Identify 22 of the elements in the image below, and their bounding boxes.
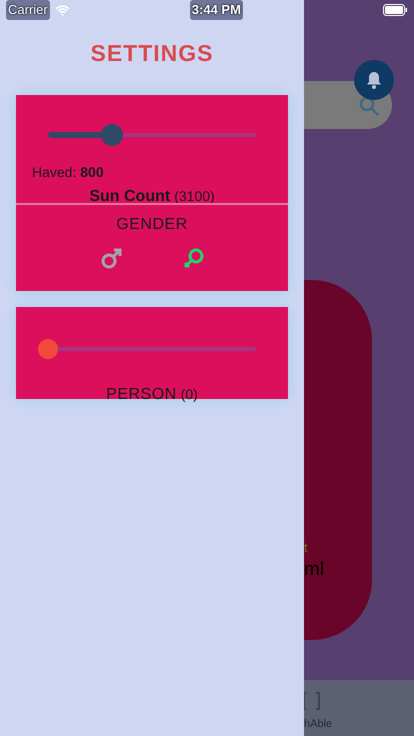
sun-count-label: Sun Count [89, 186, 170, 206]
sun-count-value: (3100) [174, 186, 215, 206]
label-text: t [304, 539, 308, 557]
battery-icon [383, 4, 408, 16]
female-symbol-button[interactable] [181, 246, 205, 270]
person-label: PERSON [106, 384, 177, 404]
brackets-icon [304, 692, 322, 710]
volume-text: ml [304, 558, 324, 582]
slider-thumb[interactable] [38, 338, 58, 358]
slider-thumb[interactable] [101, 124, 124, 146]
carrier-text: Carrier [6, 0, 50, 20]
clock-text: 3:44 PM [190, 0, 243, 20]
male-symbol-icon [100, 247, 122, 270]
haved-text: Haved: 800 [32, 164, 104, 180]
male-symbol-button[interactable] [99, 246, 123, 270]
person-count: (0) [180, 384, 198, 404]
female-symbol-icon [182, 247, 204, 270]
bell-icon [364, 70, 384, 90]
drawer-title: SETTINGS [90, 39, 214, 68]
gender-title: GENDER [116, 214, 188, 234]
wifi-icon [54, 4, 70, 16]
tab-label: hAble [304, 717, 332, 732]
